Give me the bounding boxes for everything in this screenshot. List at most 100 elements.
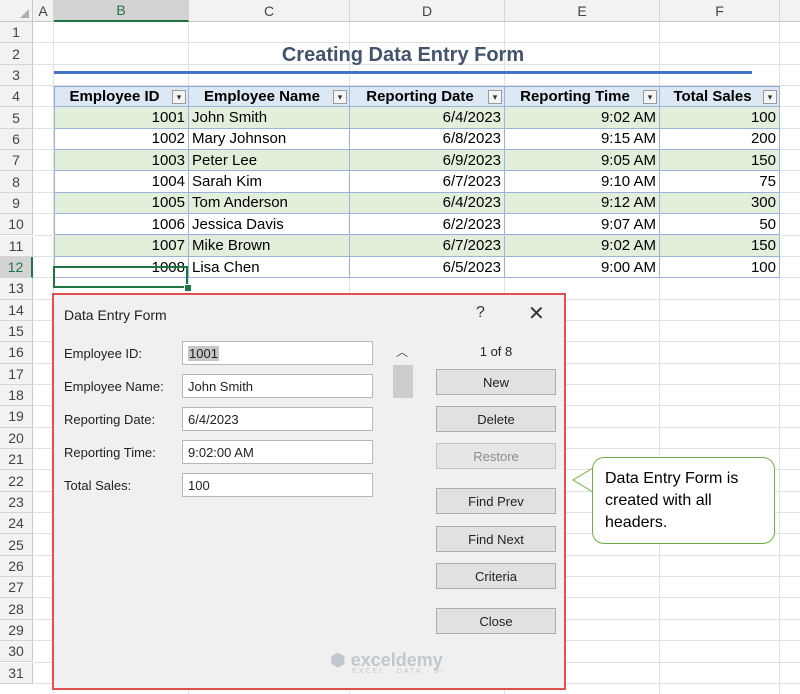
table-cell[interactable]: 9:10 AM — [505, 171, 660, 193]
table-cell[interactable]: 50 — [660, 214, 780, 236]
table-cell[interactable]: 300 — [660, 192, 780, 215]
table-cell[interactable]: Jessica Davis — [189, 214, 350, 236]
table-cell[interactable]: 6/4/2023 — [350, 107, 505, 129]
row-header-11[interactable]: 11 — [0, 235, 33, 257]
row-header-4[interactable]: 4 — [0, 86, 33, 108]
table-cell[interactable]: 6/7/2023 — [350, 171, 505, 193]
row-header-26[interactable]: 26 — [0, 555, 33, 578]
table-cell[interactable]: 9:05 AM — [505, 150, 660, 172]
delete-button[interactable]: Delete — [436, 406, 556, 432]
table-cell[interactable]: 1004 — [54, 171, 189, 193]
table-header-cell[interactable]: Employee Name — [189, 86, 350, 108]
table-cell[interactable]: 150 — [660, 235, 780, 257]
table-cell[interactable]: 6/2/2023 — [350, 214, 505, 236]
filter-dropdown-icon[interactable]: ▾ — [172, 89, 186, 104]
table-cell[interactable]: 75 — [660, 171, 780, 193]
employee-id-field[interactable]: 1001 — [182, 341, 373, 365]
filter-dropdown-icon[interactable]: ▾ — [643, 89, 657, 104]
table-cell[interactable]: 9:07 AM — [505, 214, 660, 236]
column-header-e[interactable]: E — [505, 0, 660, 22]
row-header-14[interactable]: 14 — [0, 299, 33, 321]
row-header-1[interactable]: 1 — [0, 22, 33, 44]
table-cell[interactable]: 1005 — [54, 192, 189, 215]
dialog-close-icon[interactable]: ✕ — [528, 301, 545, 326]
criteria-button[interactable]: Criteria — [436, 563, 556, 589]
table-cell[interactable]: 6/5/2023 — [350, 256, 505, 279]
row-header-2[interactable]: 2 — [0, 43, 33, 65]
row-header-10[interactable]: 10 — [0, 214, 33, 236]
column-header-a[interactable]: A — [33, 0, 54, 22]
row-header-9[interactable]: 9 — [0, 192, 33, 215]
employee-name-field[interactable]: John Smith — [182, 374, 373, 398]
column-header-g[interactable] — [780, 0, 800, 22]
table-cell[interactable]: 6/8/2023 — [350, 128, 505, 151]
row-header-24[interactable]: 24 — [0, 513, 33, 535]
row-header-31[interactable]: 31 — [0, 662, 33, 684]
table-cell[interactable]: Mike Brown — [189, 235, 350, 257]
reporting-time-field[interactable]: 9:02:00 AM — [182, 440, 373, 464]
table-cell[interactable]: 6/4/2023 — [350, 192, 505, 215]
table-cell[interactable]: 9:02 AM — [505, 235, 660, 257]
table-header-cell[interactable]: Employee ID — [54, 86, 189, 108]
row-header-27[interactable]: 27 — [0, 577, 33, 599]
table-cell[interactable]: 9:12 AM — [505, 192, 660, 215]
table-cell[interactable]: 1007 — [54, 235, 189, 257]
table-cell[interactable]: Sarah Kim — [189, 171, 350, 193]
row-header-22[interactable]: 22 — [0, 470, 33, 492]
row-header-25[interactable]: 25 — [0, 534, 33, 556]
scrollbar-thumb[interactable] — [393, 365, 413, 398]
table-header-cell[interactable]: Reporting Time — [505, 86, 660, 108]
table-cell[interactable]: 9:00 AM — [505, 256, 660, 279]
reporting-date-field[interactable]: 6/4/2023 — [182, 407, 373, 431]
select-all-corner[interactable] — [0, 0, 33, 22]
column-header-d[interactable]: D — [350, 0, 505, 22]
row-header-18[interactable]: 18 — [0, 384, 33, 407]
table-header-cell[interactable]: Total Sales — [660, 86, 780, 108]
find-next-button[interactable]: Find Next — [436, 526, 556, 552]
table-cell[interactable]: John Smith — [189, 107, 350, 129]
filter-dropdown-icon[interactable]: ▾ — [333, 89, 347, 104]
row-header-7[interactable]: 7 — [0, 150, 33, 172]
help-button[interactable]: ? — [476, 304, 485, 322]
find-prev-button[interactable]: Find Prev — [436, 488, 556, 514]
column-header-f[interactable]: F — [660, 0, 780, 22]
table-cell[interactable]: Peter Lee — [189, 150, 350, 172]
restore-button[interactable]: Restore — [436, 443, 556, 469]
table-cell[interactable]: Mary Johnson — [189, 128, 350, 151]
row-header-12[interactable]: 12 — [0, 256, 33, 279]
row-header-16[interactable]: 16 — [0, 342, 33, 364]
fill-handle[interactable] — [184, 284, 192, 292]
row-header-30[interactable]: 30 — [0, 641, 33, 663]
total-sales-field[interactable]: 100 — [182, 473, 373, 497]
table-cell[interactable]: 150 — [660, 150, 780, 172]
scroll-up-icon[interactable]: ︿ — [396, 343, 408, 360]
row-header-3[interactable]: 3 — [0, 64, 33, 87]
row-header-5[interactable]: 5 — [0, 107, 33, 129]
row-header-23[interactable]: 23 — [0, 491, 33, 514]
column-header-b[interactable]: B — [54, 0, 189, 22]
table-cell[interactable]: 9:15 AM — [505, 128, 660, 151]
table-cell[interactable]: 1002 — [54, 128, 189, 151]
table-header-cell[interactable]: Reporting Date — [350, 86, 505, 108]
column-header-c[interactable]: C — [189, 0, 350, 22]
table-cell[interactable]: Tom Anderson — [189, 192, 350, 215]
row-header-15[interactable]: 15 — [0, 320, 33, 343]
row-header-13[interactable]: 13 — [0, 278, 33, 300]
row-header-8[interactable]: 8 — [0, 171, 33, 193]
row-header-6[interactable]: 6 — [0, 128, 33, 151]
row-header-29[interactable]: 29 — [0, 619, 33, 642]
new-button[interactable]: New — [436, 369, 556, 395]
row-header-17[interactable]: 17 — [0, 363, 33, 385]
row-header-28[interactable]: 28 — [0, 598, 33, 620]
table-cell[interactable]: 100 — [660, 107, 780, 129]
table-cell[interactable]: 6/9/2023 — [350, 150, 505, 172]
table-cell[interactable]: 1003 — [54, 150, 189, 172]
table-cell[interactable]: 1006 — [54, 214, 189, 236]
table-cell[interactable]: 100 — [660, 256, 780, 279]
table-cell[interactable]: 200 — [660, 128, 780, 151]
table-cell[interactable]: 1001 — [54, 107, 189, 129]
row-header-20[interactable]: 20 — [0, 427, 33, 449]
filter-dropdown-icon[interactable]: ▾ — [488, 89, 502, 104]
row-header-19[interactable]: 19 — [0, 406, 33, 428]
table-cell[interactable]: Lisa Chen — [189, 256, 350, 279]
